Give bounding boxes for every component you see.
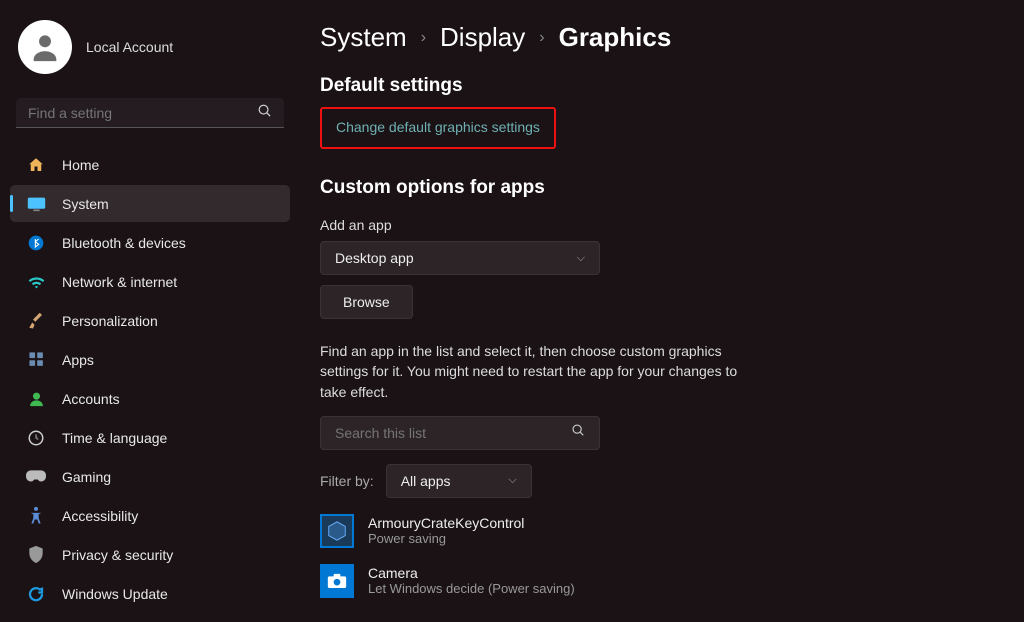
change-default-graphics-highlight: Change default graphics settings <box>320 107 556 149</box>
sidebar-item-label: Personalization <box>62 313 158 329</box>
bluetooth-icon <box>26 233 46 253</box>
app-info: Camera Let Windows decide (Power saving) <box>368 565 575 596</box>
sidebar-item-accessibility[interactable]: Accessibility <box>10 497 290 534</box>
chevron-down-icon: ⌵ <box>577 252 585 265</box>
clock-icon <box>26 428 46 448</box>
app-type-value: Desktop app <box>335 250 414 266</box>
main-content: System › Display › Graphics Default sett… <box>300 0 1024 622</box>
shield-icon <box>26 545 46 565</box>
sidebar-item-label: Windows Update <box>62 586 168 602</box>
sidebar-nav: Home System Bluetooth & devices Network … <box>10 146 290 612</box>
breadcrumb-graphics: Graphics <box>559 22 672 53</box>
sidebar-item-label: Network & internet <box>62 274 177 290</box>
app-icon <box>320 514 354 548</box>
account-header[interactable]: Local Account <box>10 20 290 94</box>
sidebar-item-time[interactable]: Time & language <box>10 419 290 456</box>
brush-icon <box>26 311 46 331</box>
breadcrumb-display[interactable]: Display <box>440 22 525 53</box>
breadcrumb: System › Display › Graphics <box>320 22 984 53</box>
change-default-graphics-link[interactable]: Change default graphics settings <box>336 119 540 135</box>
sidebar-item-label: Home <box>62 157 99 173</box>
filter-row: Filter by: All apps ⌵ <box>320 464 984 498</box>
sidebar-item-network[interactable]: Network & internet <box>10 263 290 300</box>
app-name: Camera <box>368 565 575 581</box>
sidebar-item-apps[interactable]: Apps <box>10 341 290 378</box>
app-name: ArmouryCrateKeyControl <box>368 515 524 531</box>
sidebar-item-bluetooth[interactable]: Bluetooth & devices <box>10 224 290 261</box>
sidebar-item-personalization[interactable]: Personalization <box>10 302 290 339</box>
sidebar-item-label: Privacy & security <box>62 547 173 563</box>
sidebar: Local Account Home System Bluetooth & de… <box>0 0 300 622</box>
search-icon <box>571 423 585 442</box>
accessibility-icon <box>26 506 46 526</box>
sidebar-item-label: Gaming <box>62 469 111 485</box>
app-item[interactable]: ArmouryCrateKeyControl Power saving <box>320 514 984 548</box>
chevron-down-icon: ⌵ <box>508 474 516 487</box>
app-icon <box>320 564 354 598</box>
sidebar-item-label: Apps <box>62 352 94 368</box>
app-type-dropdown[interactable]: Desktop app ⌵ <box>320 241 600 275</box>
sidebar-item-update[interactable]: Windows Update <box>10 575 290 612</box>
sidebar-item-home[interactable]: Home <box>10 146 290 183</box>
sidebar-item-label: Accessibility <box>62 508 138 524</box>
custom-options-title: Custom options for apps <box>320 177 984 199</box>
system-icon <box>26 194 46 214</box>
app-sub: Let Windows decide (Power saving) <box>368 581 575 596</box>
apps-icon <box>26 350 46 370</box>
person-icon <box>26 389 46 409</box>
home-icon <box>26 155 46 175</box>
camera-icon <box>327 573 347 588</box>
search-input[interactable] <box>28 105 257 121</box>
browse-button[interactable]: Browse <box>320 285 413 319</box>
chevron-right-icon: › <box>539 29 544 47</box>
filter-label: Filter by: <box>320 473 374 489</box>
sidebar-item-system[interactable]: System <box>10 185 290 222</box>
hexagon-icon <box>326 520 348 542</box>
app-list-search[interactable] <box>320 416 600 450</box>
search-icon <box>257 103 272 123</box>
filter-value: All apps <box>401 473 451 489</box>
default-settings-title: Default settings <box>320 75 984 97</box>
filter-dropdown[interactable]: All apps ⌵ <box>386 464 532 498</box>
app-list-search-input[interactable] <box>335 425 571 441</box>
sidebar-item-accounts[interactable]: Accounts <box>10 380 290 417</box>
chevron-right-icon: › <box>421 29 426 47</box>
app-item[interactable]: Camera Let Windows decide (Power saving) <box>320 564 984 598</box>
breadcrumb-system[interactable]: System <box>320 22 407 53</box>
wifi-icon <box>26 272 46 292</box>
update-icon <box>26 584 46 604</box>
sidebar-item-label: Accounts <box>62 391 120 407</box>
gaming-icon <box>26 467 46 487</box>
add-app-label: Add an app <box>320 217 984 233</box>
avatar <box>18 20 72 74</box>
app-info: ArmouryCrateKeyControl Power saving <box>368 515 524 546</box>
search-settings[interactable] <box>16 98 284 128</box>
help-text: Find an app in the list and select it, t… <box>320 341 760 402</box>
sidebar-item-privacy[interactable]: Privacy & security <box>10 536 290 573</box>
sidebar-item-label: Time & language <box>62 430 167 446</box>
sidebar-item-gaming[interactable]: Gaming <box>10 458 290 495</box>
app-sub: Power saving <box>368 531 524 546</box>
sidebar-item-label: System <box>62 196 109 212</box>
person-icon <box>28 30 62 64</box>
account-name: Local Account <box>86 39 173 55</box>
sidebar-item-label: Bluetooth & devices <box>62 235 186 251</box>
